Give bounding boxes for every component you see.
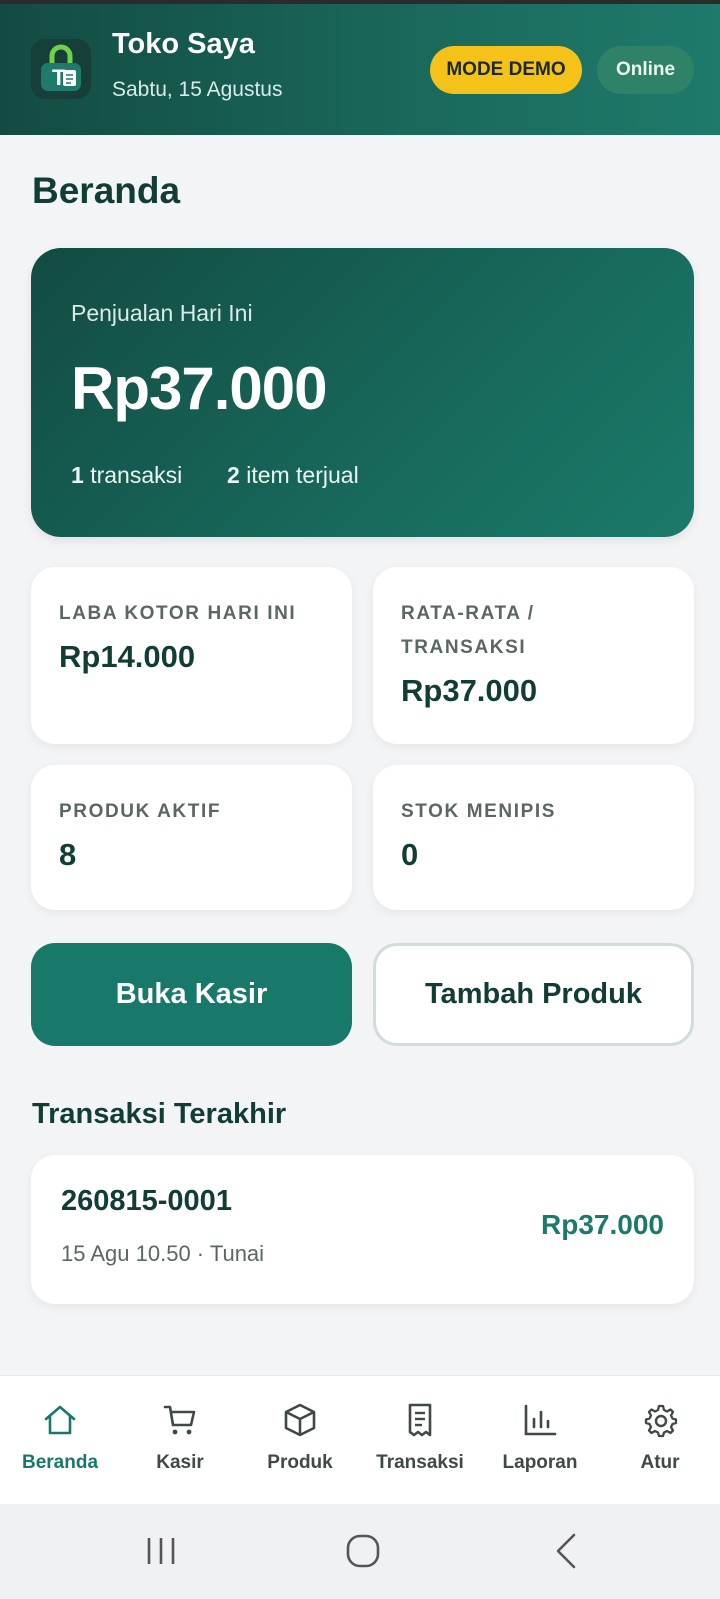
stat-label: PRODUK AKTIF	[59, 801, 222, 822]
nav-label: Kasir	[156, 1452, 204, 1473]
page-title: Beranda	[32, 170, 181, 211]
gear-icon	[644, 1404, 678, 1438]
gross-profit-card: LABA KOTOR HARI INI Rp14.000	[31, 567, 352, 744]
box-icon	[284, 1403, 316, 1437]
store-name: Toko Saya	[112, 28, 255, 60]
nav-label: Produk	[267, 1452, 333, 1473]
transaction-meta: 15 Agu 10.50 · Tunai	[61, 1241, 265, 1266]
active-products-card: PRODUK AKTIF 8	[31, 765, 352, 910]
stat-value: Rp37.000	[401, 673, 538, 708]
add-product-button[interactable]: Tambah Produk	[373, 943, 694, 1046]
stat-value: Rp14.000	[59, 639, 196, 674]
nav-label: Beranda	[21, 1452, 99, 1473]
average-transaction-card: RATA-RATA / TRANSAKSI Rp37.000	[373, 567, 694, 744]
back-icon[interactable]	[545, 1528, 591, 1574]
nav-item-transaksi[interactable]: Transaksi	[360, 1376, 480, 1505]
recent-transactions-title: Transaksi Terakhir	[32, 1098, 287, 1130]
sales-today-summary: 1 transaksi 2 item terjual	[71, 462, 359, 489]
cart-icon	[163, 1405, 196, 1435]
home-icon	[44, 1405, 76, 1435]
transaction-count: 1	[71, 462, 84, 488]
system-navigation-bar	[0, 1504, 720, 1599]
sales-today-card: Penjualan Hari Ini Rp37.000 1 transaksi …	[31, 248, 694, 537]
stat-label: LABA KOTOR HARI INI	[59, 603, 297, 624]
home-button-icon[interactable]	[340, 1528, 386, 1574]
store-date: Sabtu, 15 Agustus	[112, 78, 283, 101]
nav-item-atur[interactable]: Atur	[600, 1376, 720, 1505]
bottom-navigation: Beranda Kasir Produk Transaksi Laporan A…	[0, 1375, 720, 1504]
transaction-list-item[interactable]: 260815-0001 15 Agu 10.50 · Tunai Rp37.00…	[31, 1155, 694, 1304]
nav-label: Laporan	[502, 1452, 578, 1473]
recent-apps-icon[interactable]	[138, 1528, 184, 1574]
receipt-icon	[408, 1403, 432, 1437]
online-status-badge: Online	[597, 46, 694, 94]
nav-label: Atur	[640, 1452, 680, 1473]
items-sold-label: item terjual	[246, 462, 359, 488]
sales-today-label: Penjualan Hari Ini	[71, 300, 253, 326]
nav-item-produk[interactable]: Produk	[240, 1376, 360, 1505]
transaction-id: 260815-0001	[61, 1185, 232, 1217]
stat-value: 8	[59, 837, 77, 872]
transaction-amount: Rp37.000	[541, 1209, 664, 1240]
low-stock-card: STOK MENIPIS 0	[373, 765, 694, 910]
sales-today-amount: Rp37.000	[71, 355, 327, 422]
nav-item-beranda[interactable]: Beranda	[0, 1376, 120, 1505]
nav-label: Transaksi	[376, 1452, 464, 1473]
open-cashier-button[interactable]: Buka Kasir	[31, 943, 352, 1046]
stat-label: RATA-RATA / TRANSAKSI	[401, 603, 535, 658]
bar-chart-icon	[524, 1404, 557, 1436]
nav-item-laporan[interactable]: Laporan	[480, 1376, 600, 1505]
nav-item-kasir[interactable]: Kasir	[120, 1376, 240, 1505]
app-logo-icon: T	[31, 39, 91, 99]
demo-mode-badge: MODE DEMO	[430, 46, 582, 94]
stat-label: STOK MENIPIS	[401, 801, 557, 822]
stat-value: 0	[401, 837, 419, 872]
transaction-count-label: transaksi	[90, 462, 183, 488]
items-sold-count: 2	[227, 462, 240, 488]
app-header: T Toko Saya Sabtu, 15 Agustus MODE DEMO …	[0, 4, 720, 135]
